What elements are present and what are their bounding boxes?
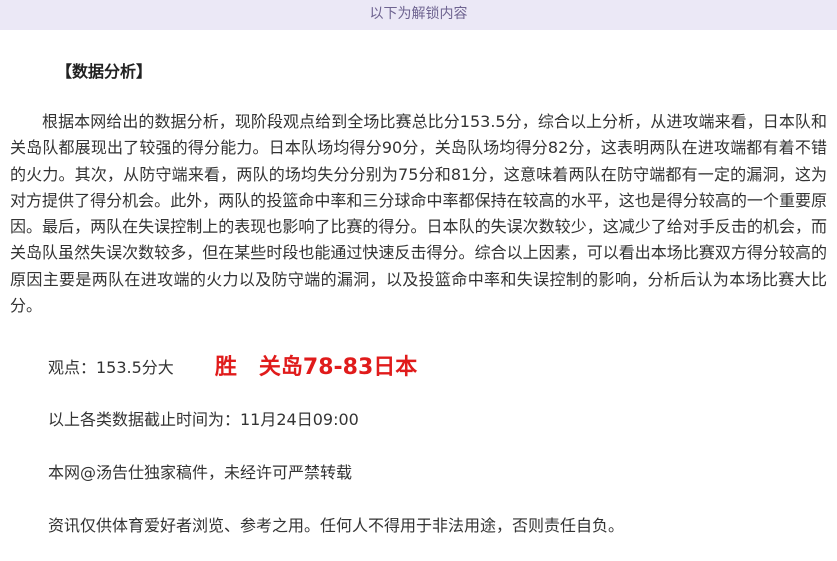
prediction-label: 观点：153.5分大 — [48, 358, 174, 377]
prediction-verdict: 胜关岛78-83日本 — [215, 350, 417, 386]
disclaimer-notice: 资讯仅供体育爱好者浏览、参考之用。任何人不得用于非法用途，否则责任自负。 — [48, 516, 625, 535]
verdict-score: 关岛78-83日本 — [258, 355, 418, 380]
unlock-banner: 以下为解锁内容 — [0, 0, 837, 30]
copyright-notice: 本网@汤告仕独家稿件，未经许可严禁转载 — [48, 463, 353, 482]
prediction-row: 观点：153.5分大 胜关岛78-83日本 — [48, 350, 417, 386]
data-cutoff-time: 以上各类数据截止时间为：11月24日09:00 — [48, 410, 359, 429]
unlock-banner-text: 以下为解锁内容 — [369, 6, 468, 22]
verdict-word: 胜 — [214, 355, 237, 380]
section-heading: 【数据分析】 — [56, 62, 153, 81]
analysis-paragraph: 根据本网给出的数据分析，现阶段观点给到全场比赛总比分153.5分，综合以上分析，… — [10, 112, 827, 316]
